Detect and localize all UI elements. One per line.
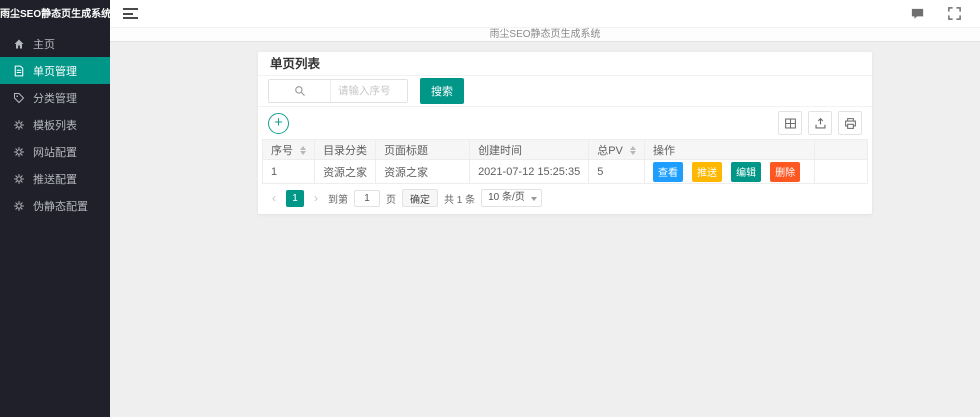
goto-label: 到第 [328,191,348,206]
prev-page-icon[interactable]: ‹ [268,190,280,206]
sidebar-item-label: 网站配置 [33,144,77,160]
table-toolbar: + [258,107,872,139]
page-size-select[interactable]: 10 条/页 [481,189,542,207]
tab-current-page[interactable]: 雨尘SEO静态页生成系统 [110,28,980,42]
cell-created: 2021-07-12 15:25:35 [470,160,589,184]
sort-icon[interactable] [630,146,636,156]
sidebar-item-label: 伪静态配置 [33,198,88,214]
search-button[interactable]: 搜索 [420,78,464,104]
gear-icon [13,200,25,212]
sidebar-item-push-config[interactable]: 推送配置 [0,165,110,192]
sidebar-item-single-page[interactable]: 单页管理 [0,57,110,84]
export-icon[interactable] [808,111,832,135]
push-button[interactable]: 推送 [692,162,722,182]
goto-suffix-label: 页 [386,191,396,206]
sidebar-item-label: 模板列表 [33,117,77,133]
col-actions: 操作 [644,140,814,160]
view-button[interactable]: 查看 [653,162,683,182]
sidebar-item-rewrite-config[interactable]: 伪静态配置 [0,192,110,219]
goto-page-input[interactable] [354,190,380,207]
message-icon[interactable] [910,6,925,21]
col-index[interactable]: 序号 [263,140,315,160]
next-page-icon[interactable]: › [310,190,322,206]
col-spacer [815,140,868,160]
top-header [110,0,980,28]
col-pv[interactable]: 总PV [589,140,645,160]
cell-index: 1 [263,160,315,184]
main-content: 单页列表 搜索 + [110,42,980,417]
gear-icon [13,146,25,158]
col-created: 创建时间 [470,140,589,160]
cell-spacer [815,160,868,184]
cell-actions: 查看 推送 编辑 删除 [644,160,814,184]
page-icon [13,65,25,77]
col-category: 目录分类 [315,140,376,160]
sort-icon[interactable] [300,146,306,156]
app-title: 雨尘SEO静态页生成系统 [0,0,110,30]
fullscreen-icon[interactable] [947,6,962,21]
print-icon[interactable] [838,111,862,135]
sidebar-item-category[interactable]: 分类管理 [0,84,110,111]
gear-icon [13,119,25,131]
sidebar: 雨尘SEO静态页生成系统 主页 单页管理 分类管理 模板列表 网站配置 [0,0,110,417]
sidebar-item-label: 主页 [33,36,55,52]
delete-button[interactable]: 删除 [770,162,800,182]
table-row: 1 资源之家 资源之家 2021-07-12 15:25:35 5 查看 推送 … [263,160,868,184]
cell-page-title: 资源之家 [376,160,470,184]
pagination: ‹ 1 › 到第 页 确定 共 1 条 10 条/页 [258,184,872,210]
sidebar-item-home[interactable]: 主页 [0,30,110,57]
sidebar-item-label: 推送配置 [33,171,77,187]
sidebar-item-label: 单页管理 [33,63,77,79]
single-page-list-card: 单页列表 搜索 + [258,52,872,214]
chevron-down-icon [531,197,537,201]
sidebar-toggle-icon[interactable] [123,8,138,20]
add-circle-icon[interactable]: + [268,113,289,134]
search-bar: 搜索 [258,76,872,107]
sidebar-item-site-config[interactable]: 网站配置 [0,138,110,165]
cell-pv: 5 [589,160,645,184]
search-input[interactable] [331,80,407,102]
confirm-page-button[interactable]: 确定 [402,189,438,207]
cell-category: 资源之家 [315,160,376,184]
page-title: 单页列表 [258,52,872,76]
search-icon [269,80,331,102]
page-size-value: 10 条/页 [488,192,525,203]
table-header-row: 序号 目录分类 页面标题 创建时间 总PV 操作 [263,140,868,160]
filter-columns-icon[interactable] [778,111,802,135]
col-page-title: 页面标题 [376,140,470,160]
edit-button[interactable]: 编辑 [731,162,761,182]
pages-table: 序号 目录分类 页面标题 创建时间 总PV 操作 1 [262,139,868,184]
tag-icon [13,92,25,104]
sidebar-item-label: 分类管理 [33,90,77,106]
current-page[interactable]: 1 [286,190,304,207]
home-icon [13,38,25,50]
sidebar-item-templates[interactable]: 模板列表 [0,111,110,138]
total-count-label: 共 1 条 [444,191,475,206]
gear-icon [13,173,25,185]
